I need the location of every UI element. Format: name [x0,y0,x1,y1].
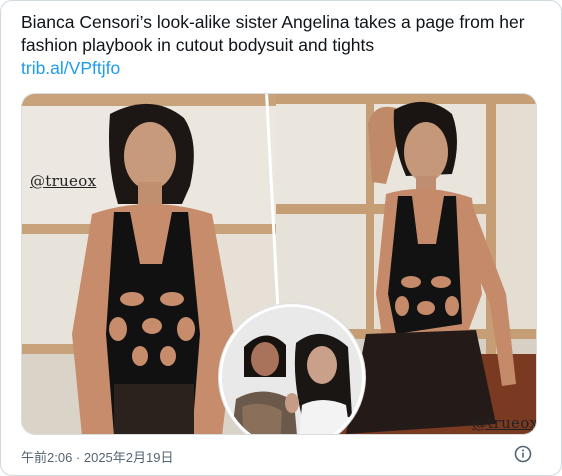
tweet-text: Bianca Censori’s look-alike sister Angel… [21,11,546,80]
watermark-left: @trueox [30,172,97,190]
info-icon[interactable] [514,445,532,463]
inset-photo-image [222,307,362,434]
tweet-card[interactable]: Bianca Censori’s look-alike sister Angel… [0,0,562,476]
tweet-timestamp[interactable]: 午前2:06 · 2025年2月19日 [21,447,173,466]
watermark-right: @trueox [472,414,537,432]
tweet-link[interactable]: trib.al/VPftjfo [21,57,546,80]
tweet-media[interactable]: @trueox @trueox [21,93,537,435]
tweet-body: Bianca Censori’s look-alike sister Angel… [21,12,525,55]
